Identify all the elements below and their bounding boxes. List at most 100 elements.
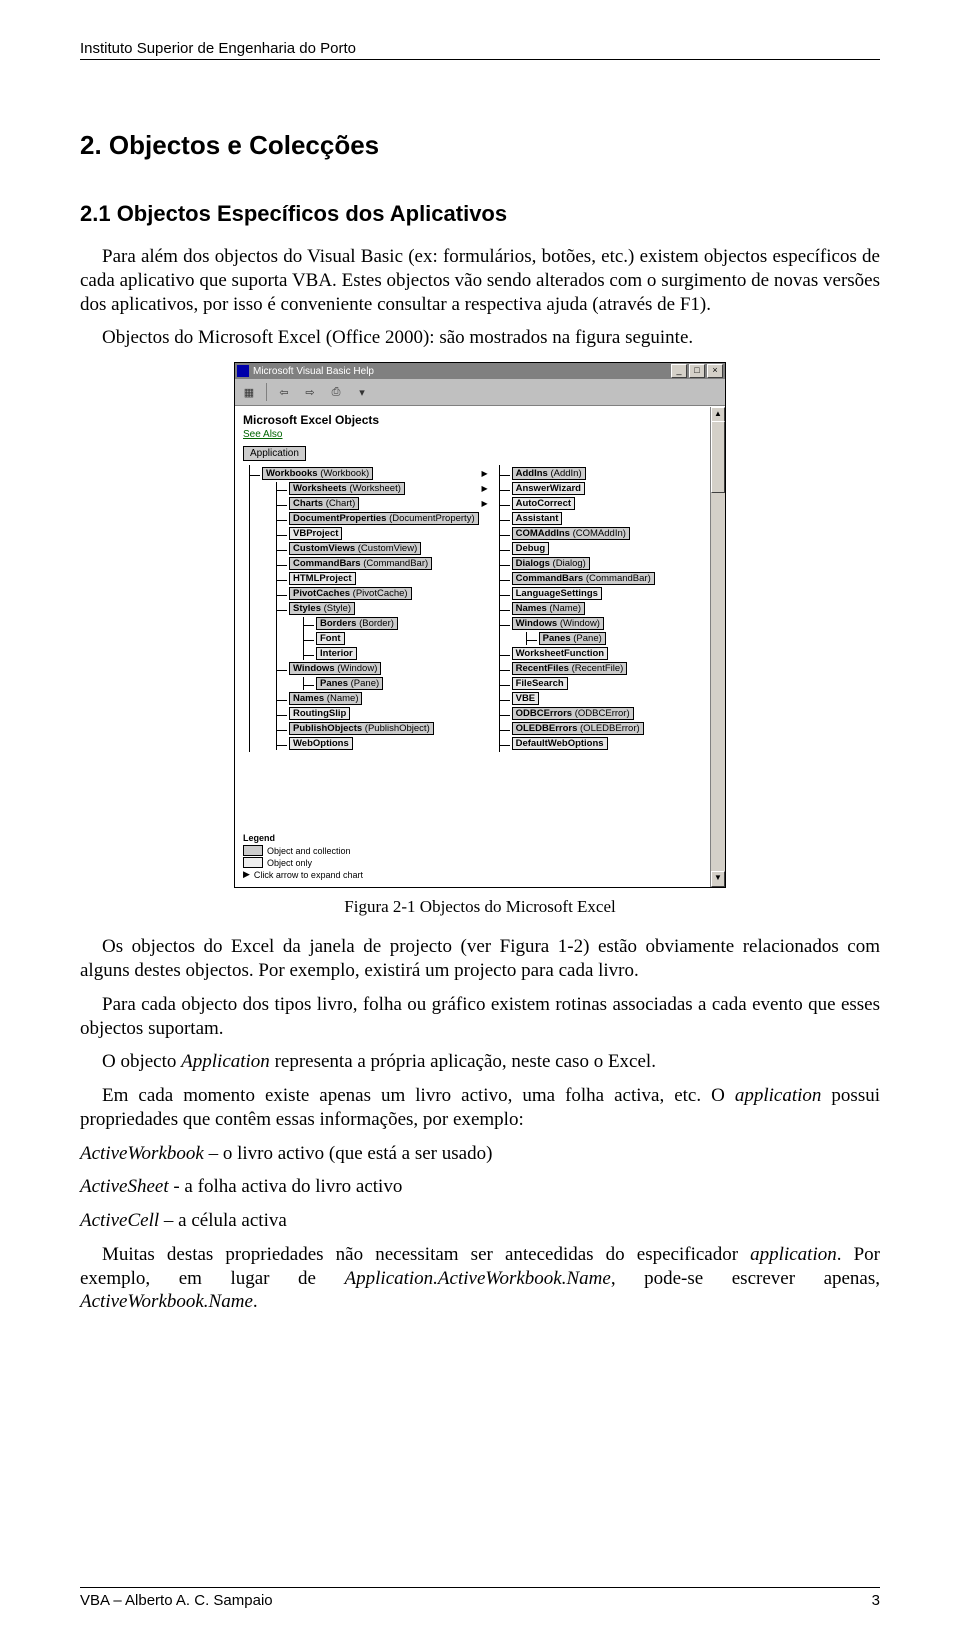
tree-item[interactable]: Worksheets (Worksheet)▶	[289, 482, 479, 495]
minimize-button[interactable]: _	[671, 364, 687, 378]
tree-item[interactable]: AutoCorrect	[512, 497, 655, 510]
object-box[interactable]: PivotCaches (PivotCache)	[289, 587, 412, 600]
tree-item[interactable]: WorksheetFunction	[512, 647, 655, 660]
object-box[interactable]: CustomViews (CustomView)	[289, 542, 421, 555]
legend-title: Legend	[243, 833, 363, 843]
definition-line: ActiveSheet - a folha activa do livro ac…	[80, 1175, 880, 1199]
nav-back-icon[interactable]: ⇦	[274, 382, 294, 402]
nav-show-icon[interactable]: ▦	[239, 382, 259, 402]
object-box[interactable]: Font	[316, 632, 345, 645]
tree-item[interactable]: Workbooks (Workbook)▶	[262, 467, 479, 480]
object-box[interactable]: Styles (Style)	[289, 602, 355, 615]
object-box[interactable]: WorksheetFunction	[512, 647, 609, 660]
tree-item[interactable]: OLEDBErrors (OLEDBError)	[512, 722, 655, 735]
nav-forward-icon[interactable]: ⇨	[300, 382, 320, 402]
tree-item[interactable]: Panes (Pane)	[316, 677, 479, 690]
footer-rule	[80, 1587, 880, 1588]
object-box[interactable]: Dialogs (Dialog)	[512, 557, 590, 570]
tree-item[interactable]: RecentFiles (RecentFile)	[512, 662, 655, 675]
object-box[interactable]: COMAddIns (COMAddIn)	[512, 527, 630, 540]
object-box[interactable]: ODBCErrors (ODBCError)	[512, 707, 634, 720]
tree-item[interactable]: Panes (Pane)	[539, 632, 655, 645]
tree-item[interactable]: DocumentProperties (DocumentProperty)	[289, 512, 479, 525]
object-box[interactable]: CommandBars (CommandBar)	[512, 572, 655, 585]
scroll-thumb[interactable]	[711, 421, 725, 493]
tree-item[interactable]: COMAddIns (COMAddIn)	[512, 527, 655, 540]
object-box[interactable]: Debug	[512, 542, 550, 555]
print-icon[interactable]: ⎙	[326, 382, 346, 402]
expand-arrow-icon[interactable]: ▶	[481, 485, 489, 493]
tree-item[interactable]: DefaultWebOptions	[512, 737, 655, 750]
object-box[interactable]: Panes (Pane)	[316, 677, 383, 690]
scrollbar[interactable]: ▲ ▼	[710, 407, 725, 887]
object-box[interactable]: DefaultWebOptions	[512, 737, 608, 750]
object-box[interactable]: HTMLProject	[289, 572, 356, 585]
tree-item[interactable]: Assistant	[512, 512, 655, 525]
app-icon	[237, 365, 249, 377]
subtree: Worksheets (Worksheet)▶ Charts (Chart)▶ Do…	[276, 482, 479, 750]
expand-arrow-icon[interactable]: ▶	[481, 470, 489, 478]
tree-item[interactable]: CustomViews (CustomView)	[289, 542, 479, 555]
object-box[interactable]: Interior	[316, 647, 357, 660]
tree-item[interactable]: AnswerWizard	[512, 482, 655, 495]
scroll-down-icon[interactable]: ▼	[711, 871, 725, 887]
tree-item[interactable]: Windows (Window)	[289, 662, 479, 675]
object-box[interactable]: FileSearch	[512, 677, 568, 690]
object-box[interactable]: OLEDBErrors (OLEDBError)	[512, 722, 644, 735]
options-icon[interactable]: ▾	[352, 382, 372, 402]
tree-item[interactable]: VBProject	[289, 527, 479, 540]
see-also-link[interactable]: See Also	[243, 429, 282, 440]
tree-item[interactable]: Font	[316, 632, 479, 645]
tree-root[interactable]: Application	[243, 446, 306, 461]
tree-item[interactable]: RoutingSlip	[289, 707, 479, 720]
expand-arrow-icon[interactable]: ▶	[481, 500, 489, 508]
tree-item[interactable]: Dialogs (Dialog)	[512, 557, 655, 570]
object-box[interactable]: Windows (Window)	[512, 617, 604, 630]
object-box[interactable]: AutoCorrect	[512, 497, 575, 510]
object-box[interactable]: PublishObjects (PublishObject)	[289, 722, 434, 735]
object-box[interactable]: Windows (Window)	[289, 662, 381, 675]
object-box[interactable]: WebOptions	[289, 737, 353, 750]
object-box[interactable]: VBProject	[289, 527, 342, 540]
object-box[interactable]: Charts (Chart)	[289, 497, 359, 510]
tree-item[interactable]: HTMLProject	[289, 572, 479, 585]
tree-item[interactable]: LanguageSettings	[512, 587, 655, 600]
object-box[interactable]: DocumentProperties (DocumentProperty)	[289, 512, 479, 525]
tree-item[interactable]: Debug	[512, 542, 655, 555]
tree-item[interactable]: Names (Name)	[512, 602, 655, 615]
tree-item[interactable]: CommandBars (CommandBar)	[512, 572, 655, 585]
tree-item[interactable]: Windows (Window)	[512, 617, 655, 630]
tree-item[interactable]: PivotCaches (PivotCache)	[289, 587, 479, 600]
object-box[interactable]: RoutingSlip	[289, 707, 350, 720]
tree-item[interactable]: Interior	[316, 647, 479, 660]
object-box[interactable]: RecentFiles (RecentFile)	[512, 662, 628, 675]
tree-item[interactable]: WebOptions	[289, 737, 479, 750]
tree-item[interactable]: AddIns (AddIn)	[512, 467, 655, 480]
object-box[interactable]: Borders (Border)	[316, 617, 398, 630]
tree-item[interactable]: CommandBars (CommandBar)	[289, 557, 479, 570]
object-box[interactable]: AddIns (AddIn)	[512, 467, 586, 480]
object-box[interactable]: Worksheets (Worksheet)	[289, 482, 405, 495]
tree-item[interactable]: Styles (Style)	[289, 602, 479, 615]
object-box[interactable]: AnswerWizard	[512, 482, 585, 495]
tree-item[interactable]: Names (Name)	[289, 692, 479, 705]
legend-swatch-object	[243, 857, 263, 868]
tree-item[interactable]: FileSearch	[512, 677, 655, 690]
object-box[interactable]: CommandBars (CommandBar)	[289, 557, 432, 570]
object-box[interactable]: Names (Name)	[512, 602, 585, 615]
tree-item[interactable]: ODBCErrors (ODBCError)	[512, 707, 655, 720]
object-box[interactable]: Workbooks (Workbook)	[262, 467, 373, 480]
object-box[interactable]: Names (Name)	[289, 692, 362, 705]
tree-item[interactable]: Borders (Border)	[316, 617, 479, 630]
object-box[interactable]: Assistant	[512, 512, 563, 525]
heading-2: 2.1 Objectos Específicos dos Aplicativos	[80, 201, 880, 227]
maximize-button[interactable]: □	[689, 364, 705, 378]
object-box[interactable]: Panes (Pane)	[539, 632, 606, 645]
tree-item[interactable]: VBE	[512, 692, 655, 705]
object-box[interactable]: LanguageSettings	[512, 587, 602, 600]
tree-item[interactable]: PublishObjects (PublishObject)	[289, 722, 479, 735]
legend: Legend Object and collection Object only…	[243, 833, 363, 881]
close-button[interactable]: ×	[707, 364, 723, 378]
object-box[interactable]: VBE	[512, 692, 540, 705]
tree-item[interactable]: Charts (Chart)▶	[289, 497, 479, 510]
